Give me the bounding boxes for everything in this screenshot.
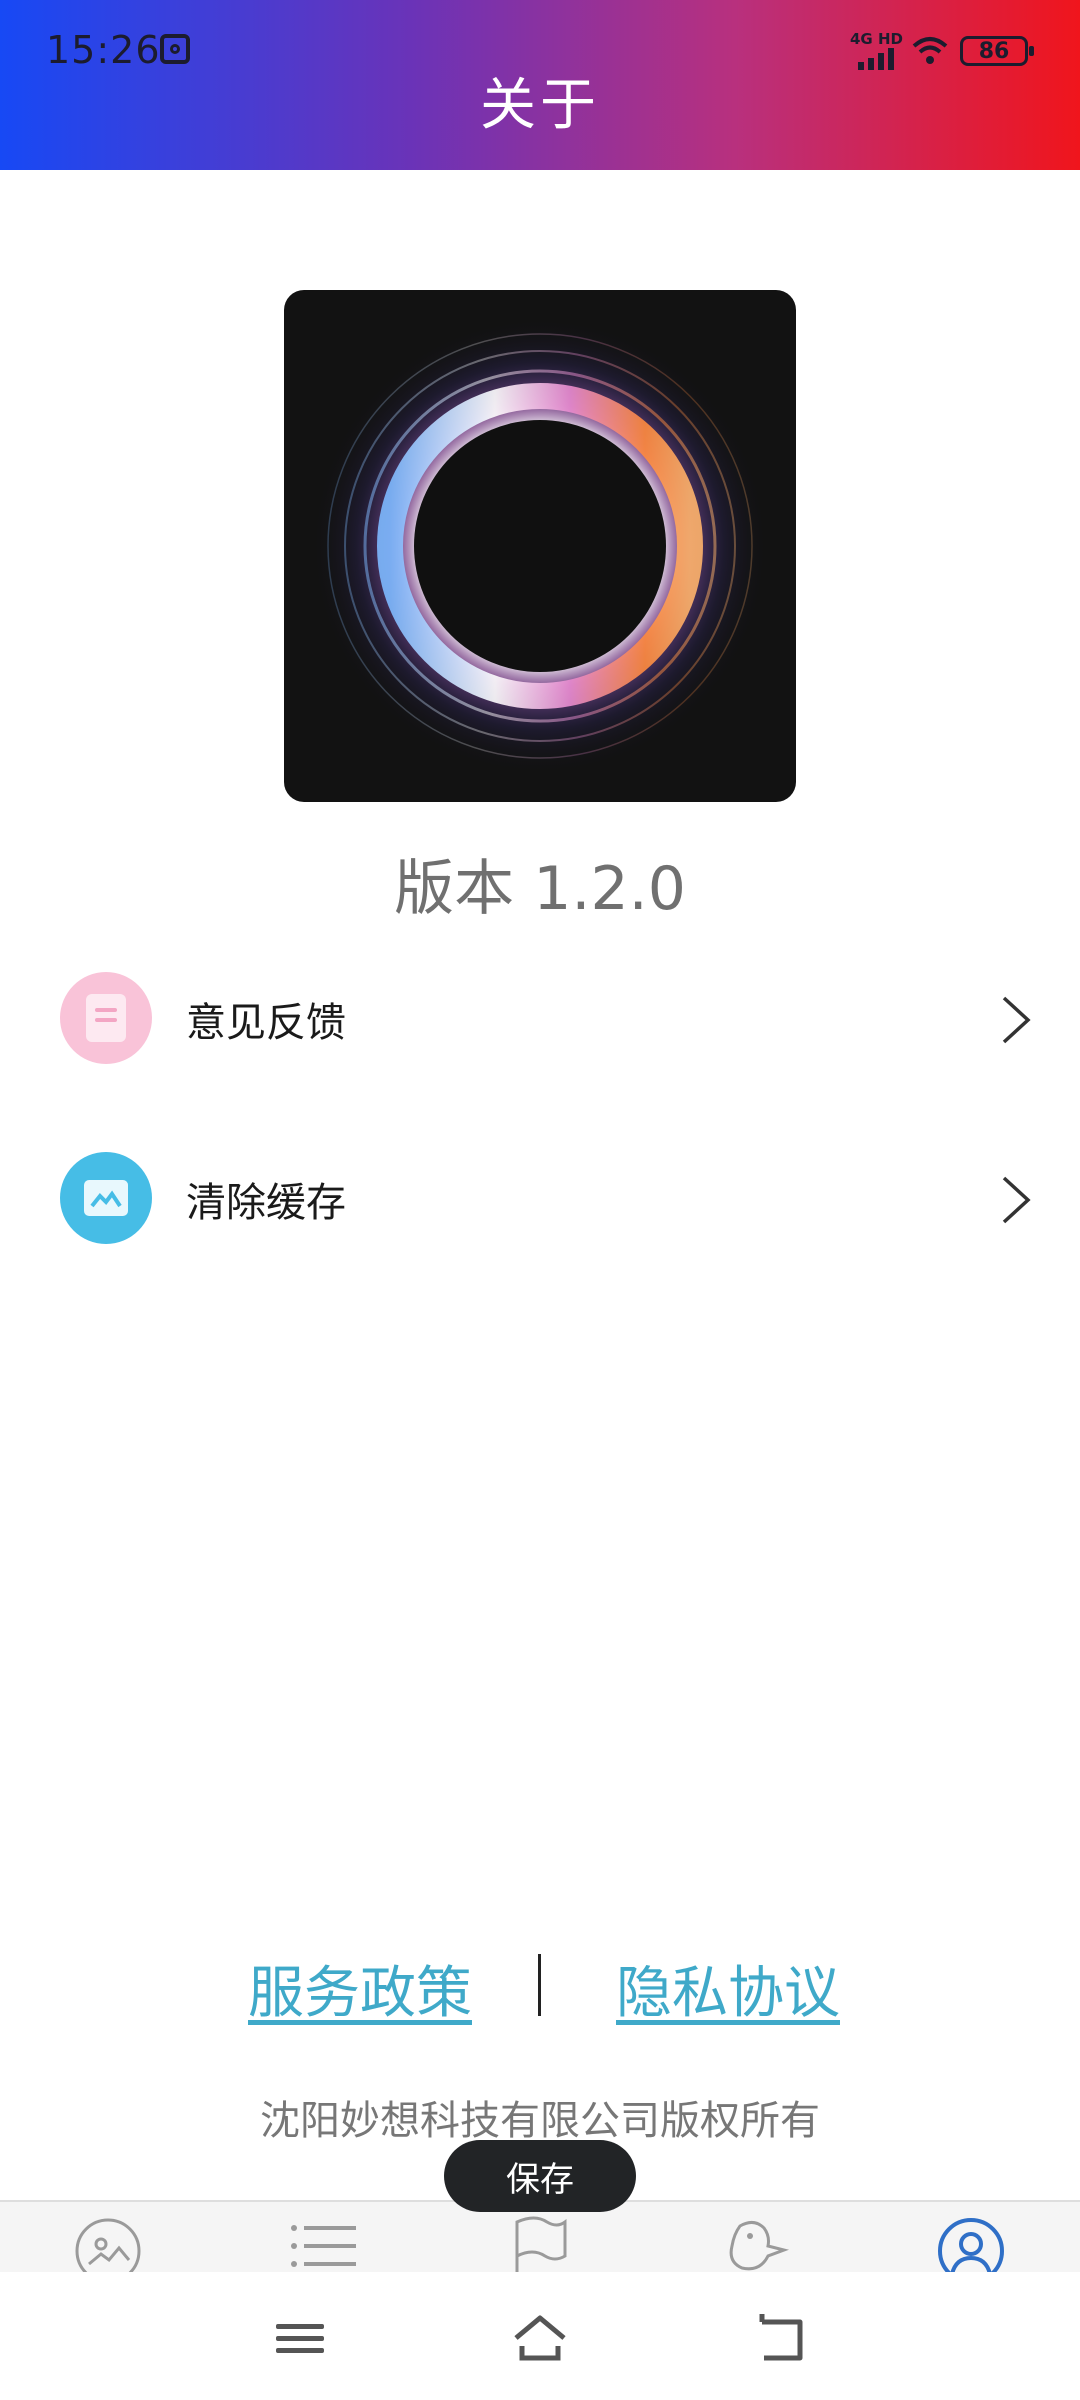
feedback-document-icon (60, 972, 152, 1064)
page-title: 关于 (480, 73, 600, 138)
menu-icon[interactable] (272, 2310, 328, 2366)
service-policy-link[interactable]: 服务政策 (248, 1948, 472, 2029)
copyright-text: 沈阳妙想科技有限公司版权所有 (260, 2098, 820, 2144)
privacy-agreement-link[interactable]: 隐私协议 (616, 1948, 840, 2029)
menu-item-label: 清除缓存 (186, 1180, 346, 1226)
menu-item-feedback[interactable]: 意见反馈 (0, 958, 1080, 1078)
app-logo-ring-image (310, 316, 770, 776)
app-logo (284, 290, 796, 802)
save-toast: 保存 (444, 2140, 636, 2212)
clear-cache-image-icon (60, 1152, 152, 1244)
tab-gallery[interactable] (73, 2216, 143, 2274)
tab-list[interactable] (288, 2216, 358, 2274)
menu-item-clear-cache[interactable]: 清除缓存 (0, 1138, 1080, 1258)
app-version: 版本 1.2.0 (394, 854, 686, 924)
policy-links: 服务政策 隐私协议 (0, 1948, 1080, 2028)
toast-text: 保存 (506, 2159, 574, 2200)
chevron-right-icon (1002, 1176, 1031, 1224)
tab-bird[interactable] (720, 2216, 790, 2274)
system-nav-bar (0, 2272, 1080, 2400)
menu-item-label: 意见反馈 (186, 1000, 346, 1046)
back-icon[interactable] (754, 2310, 810, 2366)
link-divider (538, 1954, 541, 2016)
tab-flag[interactable] (505, 2216, 575, 2274)
network-type-label: 4G HD (850, 30, 903, 48)
tab-profile[interactable] (936, 2216, 1006, 2274)
header-bar: 15:26 4G HD 86 关于 (0, 0, 1080, 170)
home-icon[interactable] (512, 2310, 568, 2366)
chevron-right-icon (1002, 996, 1031, 1044)
